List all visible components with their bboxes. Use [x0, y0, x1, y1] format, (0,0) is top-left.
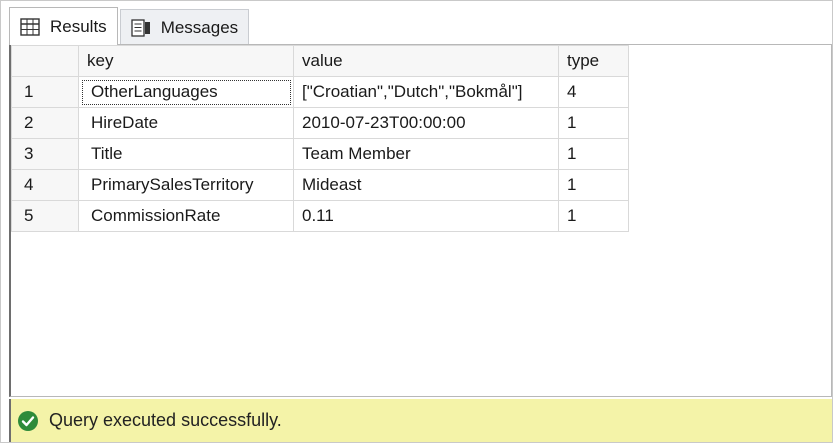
tab-messages-label: Messages: [160, 17, 239, 37]
cell-value[interactable]: 2010-07-23T00:00:00: [293, 107, 559, 139]
grid-icon: [20, 17, 40, 36]
query-results-pane: Results Messages key value type 1 OtherL…: [0, 0, 833, 443]
column-header-key[interactable]: key: [78, 45, 294, 77]
cell-type[interactable]: 4: [558, 76, 629, 108]
results-grid: key value type 1 OtherLanguages ["Croati…: [11, 45, 629, 232]
status-text: Query executed successfully.: [49, 410, 282, 430]
row-number[interactable]: 2: [11, 107, 79, 139]
row-number[interactable]: 4: [11, 169, 79, 201]
grid-header-row: key value type: [11, 45, 629, 77]
row-number[interactable]: 1: [11, 76, 79, 108]
results-grid-container[interactable]: key value type 1 OtherLanguages ["Croati…: [9, 44, 832, 397]
row-number[interactable]: 3: [11, 138, 79, 170]
cell-type[interactable]: 1: [558, 138, 629, 170]
row-number[interactable]: 5: [11, 200, 79, 232]
success-check-icon: [17, 410, 39, 432]
cell-value[interactable]: Mideast: [293, 169, 559, 201]
column-header-value[interactable]: value: [293, 45, 559, 77]
table-row: 3 Title Team Member 1: [11, 138, 629, 170]
tab-messages[interactable]: Messages: [119, 9, 250, 45]
cell-key[interactable]: OtherLanguages: [78, 76, 294, 108]
table-row: 1 OtherLanguages ["Croatian","Dutch","Bo…: [11, 76, 629, 108]
cell-type[interactable]: 1: [558, 107, 629, 139]
cell-key[interactable]: Title: [78, 138, 294, 170]
cell-value[interactable]: Team Member: [293, 138, 559, 170]
table-row: 5 CommissionRate 0.11 1: [11, 200, 629, 232]
cell-key[interactable]: CommissionRate: [78, 200, 294, 232]
table-row: 4 PrimarySalesTerritory Mideast 1: [11, 169, 629, 201]
messages-icon: [131, 18, 151, 37]
results-tab-strip: Results Messages: [9, 5, 832, 45]
cell-type[interactable]: 1: [558, 200, 629, 232]
table-row: 2 HireDate 2010-07-23T00:00:00 1: [11, 107, 629, 139]
cell-type[interactable]: 1: [558, 169, 629, 201]
tab-results-label: Results: [50, 16, 107, 36]
row-number-header[interactable]: [11, 45, 79, 77]
cell-value[interactable]: ["Croatian","Dutch","Bokmål"]: [293, 76, 559, 108]
tab-results[interactable]: Results: [9, 7, 118, 45]
column-header-type[interactable]: type: [558, 45, 629, 77]
cell-value[interactable]: 0.11: [293, 200, 559, 232]
cell-key[interactable]: HireDate: [78, 107, 294, 139]
status-bar: Query executed successfully.: [9, 399, 832, 442]
cell-key[interactable]: PrimarySalesTerritory: [78, 169, 294, 201]
